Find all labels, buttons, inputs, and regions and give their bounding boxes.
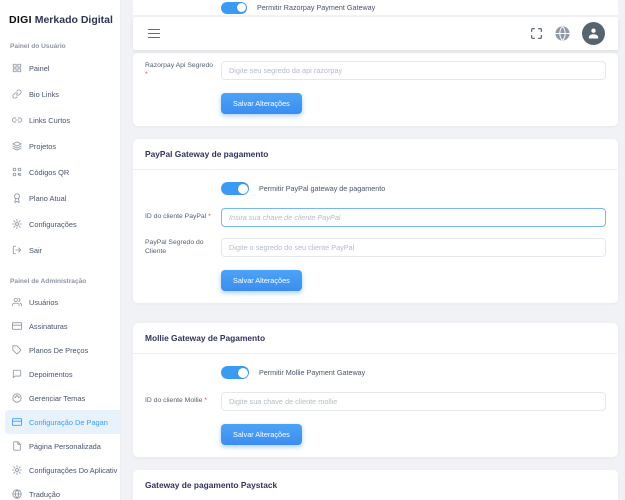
sidebar-item-depoimentos[interactable]: Depoimentos <box>0 362 120 386</box>
logo-name: Merkado Digital <box>35 14 113 26</box>
logo-mark: DIGI <box>9 14 32 26</box>
file-icon <box>12 441 22 451</box>
sidebar-item-sair[interactable]: Sair <box>0 237 120 263</box>
razorpay-card-top-strip: Permitir Razorpay Payment Gateway <box>133 0 618 15</box>
sidebar: DIGI Merkado Digital Painel do Usuário P… <box>0 0 121 500</box>
sidebar-item-label: Página Personalizada <box>29 442 101 451</box>
paypal-client-id-input[interactable] <box>221 208 606 227</box>
users-icon <box>12 297 22 307</box>
paypal-card: PayPal Gateway de pagamento Permitir Pay… <box>133 139 618 303</box>
layers-icon <box>12 141 22 151</box>
paypal-client-secret-input[interactable] <box>221 238 606 257</box>
mollie-card-title: Mollie Gateway de Pagamento <box>133 323 618 354</box>
globe-icon[interactable] <box>554 25 571 42</box>
gear-icon <box>12 219 22 229</box>
screen: DIGI Merkado Digital Painel do Usuário P… <box>0 0 625 500</box>
sidebar-item-label: Códigos QR <box>29 168 69 177</box>
fullscreen-icon[interactable] <box>530 27 543 40</box>
sidebar-item-painel[interactable]: Painel <box>0 55 120 81</box>
mollie-client-id-label: ID do cliente Mollie * <box>145 397 221 405</box>
avatar[interactable] <box>582 22 605 45</box>
sidebar-item-assinaturas[interactable]: Assinaturas <box>0 314 120 338</box>
sidebar-item-label: Painel <box>29 64 50 73</box>
sidebar-item-label: Assinaturas <box>29 322 68 331</box>
razorpay-secret-input[interactable] <box>221 61 606 80</box>
paypal-save-button[interactable]: Salvar Alterações <box>221 270 302 291</box>
required-asterisk: * <box>204 397 207 404</box>
app-logo[interactable]: DIGI Merkado Digital <box>0 10 120 28</box>
paypal-toggle-label: Permitir PayPal gateway de pagamento <box>259 184 385 193</box>
sidebar-item-configuracao-de-pagamento[interactable]: Configuração De Pagan <box>5 410 120 434</box>
payment-card-icon <box>12 417 22 427</box>
sidebar-item-label: Configuração De Pagan <box>29 418 108 427</box>
razorpay-toggle-label: Permitir Razorpay Payment Gateway <box>257 3 375 12</box>
sidebar-item-bio-links[interactable]: Bio Links <box>0 81 120 107</box>
theme-palette-icon <box>12 393 22 403</box>
razorpay-save-button[interactable]: Salvar Alterações <box>221 93 302 114</box>
sidebar-item-label: Configurações Do Aplicativ <box>29 466 117 475</box>
sidebar-item-plano-atual[interactable]: Plano Atual <box>0 185 120 211</box>
sidebar-item-configuracoes[interactable]: Configurações <box>0 211 120 237</box>
sidebar-item-traducao[interactable]: Tradução <box>0 482 120 500</box>
sidebar-section-user: Painel do Usuário <box>0 28 120 55</box>
user-icon <box>586 26 601 41</box>
mollie-enable-toggle[interactable] <box>221 366 249 379</box>
sidebar-item-label: Bio Links <box>29 90 59 99</box>
paystack-card: Gateway de pagamento Paystack <box>133 470 618 500</box>
paypal-client-secret-label: PayPal Segredo do Cliente <box>145 239 221 256</box>
dashboard-icon <box>12 63 22 73</box>
award-icon <box>12 193 22 203</box>
price-tag-icon <box>12 345 22 355</box>
mollie-client-id-input[interactable] <box>221 392 606 411</box>
short-link-icon <box>12 115 22 125</box>
logout-icon <box>12 245 22 255</box>
razorpay-secret-label: Razorpay Api Segredo * <box>145 62 221 79</box>
required-asterisk: * <box>145 71 148 78</box>
sidebar-item-label: Depoimentos <box>29 370 73 379</box>
sidebar-item-label: Projetos <box>29 142 56 151</box>
sidebar-section-admin: Painel de Administração <box>0 263 120 290</box>
paypal-enable-toggle[interactable] <box>221 182 249 195</box>
sidebar-item-links-curtos[interactable]: Links Curtos <box>0 107 120 133</box>
mollie-save-button[interactable]: Salvar Alterações <box>221 424 302 445</box>
sidebar-item-label: Configurações <box>29 220 77 229</box>
link-icon <box>12 89 22 99</box>
app-gear-icon <box>12 465 22 475</box>
sidebar-item-label: Tradução <box>29 490 60 499</box>
mollie-card: Mollie Gateway de Pagamento Permitir Mol… <box>133 323 618 457</box>
sidebar-item-pagina-personalizada[interactable]: Página Personalizada <box>0 434 120 458</box>
qr-code-icon <box>12 167 22 177</box>
sidebar-item-configuracoes-do-aplicativo[interactable]: Configurações Do Aplicativ <box>0 458 120 482</box>
chat-icon <box>12 369 22 379</box>
sidebar-item-label: Sair <box>29 246 42 255</box>
razorpay-card: Razorpay Api Segredo * Salvar Alterações <box>133 53 618 126</box>
sidebar-item-label: Gerenciar Temas <box>29 394 85 403</box>
razorpay-enable-toggle[interactable] <box>221 2 247 14</box>
sidebar-item-planos-de-precos[interactable]: Planos De Preços <box>0 338 120 362</box>
paystack-card-title: Gateway de pagamento Paystack <box>133 470 618 500</box>
paypal-client-id-label: ID do cliente PayPal * <box>145 213 221 221</box>
translate-globe-icon <box>12 489 22 499</box>
paypal-card-title: PayPal Gateway de pagamento <box>133 139 618 170</box>
sidebar-item-label: Planos De Preços <box>29 346 88 355</box>
sidebar-item-projetos[interactable]: Projetos <box>0 133 120 159</box>
hamburger-icon[interactable] <box>146 24 162 42</box>
sidebar-item-usuarios[interactable]: Usuários <box>0 290 120 314</box>
main-content: Permitir Razorpay Payment Gateway <box>121 0 625 500</box>
sidebar-item-label: Plano Atual <box>29 194 66 203</box>
sidebar-item-label: Usuários <box>29 298 58 307</box>
mollie-toggle-label: Permitir Mollie Payment Gateway <box>259 368 365 377</box>
sidebar-item-label: Links Curtos <box>29 116 70 125</box>
subscription-card-icon <box>12 321 22 331</box>
topbar <box>133 17 618 50</box>
sidebar-item-gerenciar-temas[interactable]: Gerenciar Temas <box>0 386 120 410</box>
sidebar-item-codigos-qr[interactable]: Códigos QR <box>0 159 120 185</box>
required-asterisk: * <box>208 213 211 220</box>
